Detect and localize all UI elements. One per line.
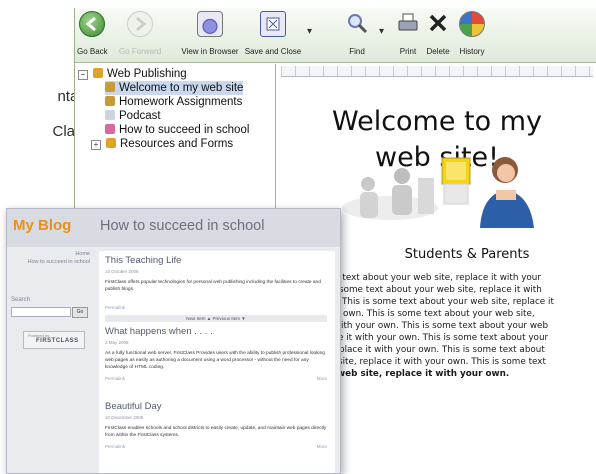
expand-toggle[interactable]: + [91, 140, 101, 150]
more-link[interactable]: More [317, 376, 327, 381]
tree-item-label: How to succeed in school [119, 124, 250, 136]
blog-main: This Teaching Life 10 October 2008 First… [99, 251, 335, 473]
blog-post: Beautiful Day 10 December 2008 FirstClas… [99, 401, 335, 471]
students-parents-heading: Students & Parents [404, 247, 530, 262]
home-link[interactable]: Home [11, 251, 90, 257]
delete-button[interactable]: Delete [421, 11, 455, 59]
paragraph-line: ith your own. This is some text about yo… [341, 321, 549, 331]
blog-sidebar: Home How to succeed in school [11, 251, 90, 265]
my-blog-window: My Blog How to succeed in school Home Ho… [6, 208, 341, 474]
permalink[interactable]: Permalink [105, 305, 125, 310]
ruler [281, 66, 593, 77]
post-title[interactable]: What happens when . . . . [105, 326, 213, 337]
post-pager[interactable]: Next Item ▲ Previous Item ▼ [105, 315, 327, 322]
post-title[interactable]: This Teaching Life [105, 255, 181, 266]
tree-root-web-publishing[interactable]: − Web Publishing [78, 67, 187, 81]
blog-header: My Blog How to succeed in school [7, 209, 340, 247]
close-icon [426, 11, 450, 35]
paragraph-line: web site, replace it with your own. [337, 369, 510, 379]
collapse-toggle[interactable]: − [78, 70, 88, 80]
tree-item-resources[interactable]: + Resources and Forms [91, 137, 233, 151]
blog-page-title: How to succeed in school [100, 218, 265, 234]
post-date: 2 May 2008 [105, 340, 129, 345]
save-icon [260, 11, 286, 37]
page-icon [105, 82, 115, 92]
delete-label: Delete [426, 47, 450, 56]
magnifier-icon [345, 11, 369, 35]
tree-item-how-to-succeed[interactable]: How to succeed in school [105, 123, 249, 137]
firstclass-name: FIRSTCLASS [36, 338, 79, 344]
paragraph-line: n text about your web site, replace it w… [334, 273, 541, 283]
tree-item-label: Welcome to my web site [119, 82, 244, 94]
blog-post: What happens when . . . . 2 May 2008 As … [99, 326, 335, 396]
printer-icon [396, 11, 420, 35]
breadcrumb[interactable]: How to succeed in school [11, 259, 90, 265]
chevron-down-icon[interactable]: ▾ [307, 26, 312, 37]
go-forward-label: Go Forward [119, 47, 162, 56]
toolbar: Go Back Go Forward View in Browser Save … [75, 8, 596, 63]
print-button[interactable]: Print [395, 11, 421, 59]
search-input[interactable] [11, 307, 71, 317]
welcome-line1: Welcome to my [331, 106, 543, 137]
permalink[interactable]: Permalink [105, 444, 125, 449]
post-body: As a fully functional web server, FirstC… [105, 351, 325, 370]
post-body: FirstClass enables schools and school di… [105, 426, 327, 438]
browser-icon [197, 11, 223, 37]
go-forward-button[interactable]: Go Forward [119, 11, 161, 59]
paragraph-line: e it with your own. This is some text ab… [338, 333, 549, 343]
tree-item-podcast[interactable]: Podcast [105, 109, 161, 123]
go-button[interactable]: Go [72, 307, 88, 318]
find-button[interactable]: Find [345, 11, 369, 59]
tree-item-label: Podcast [119, 110, 161, 122]
back-arrow-icon [79, 11, 105, 37]
tree-item-homework[interactable]: Homework Assignments [105, 95, 242, 109]
save-and-close-label: Save and Close [244, 47, 302, 56]
view-in-browser-button[interactable]: View in Browser [177, 11, 243, 59]
save-and-close-button[interactable]: Save and Close [243, 11, 303, 59]
tree-item-label: Homework Assignments [119, 96, 243, 108]
chevron-down-icon[interactable]: ▾ [379, 26, 384, 37]
tree-root-label: Web Publishing [107, 68, 187, 80]
paragraph-line: some text about your web site, replace i… [339, 285, 542, 295]
history-icon [459, 11, 485, 37]
students-photo [342, 157, 534, 228]
post-date: 10 December 2008 [105, 415, 144, 420]
search-label: Search [11, 297, 31, 303]
paragraph-line: place it with your own. This is some tex… [339, 345, 545, 355]
post-title[interactable]: Beautiful Day [105, 401, 162, 412]
page-icon [105, 96, 115, 106]
print-label: Print [399, 47, 417, 56]
firstclass-logo[interactable]: Powered by FIRSTCLASS [23, 331, 85, 349]
find-label: Find [349, 47, 365, 56]
tree-item-label: Resources and Forms [120, 138, 234, 150]
paragraph-line: own. This is some text about your web si… [343, 309, 535, 319]
history-button[interactable]: History [455, 11, 489, 59]
placeholder-paragraph: n text about your web site, replace it w… [334, 272, 592, 380]
history-label: History [459, 47, 485, 56]
podcast-icon [105, 110, 115, 120]
blog-title[interactable]: My Blog [13, 217, 71, 234]
go-back-label: Go Back [77, 47, 108, 56]
more-link[interactable]: More [317, 444, 327, 449]
post-date: 10 October 2008 [105, 269, 139, 274]
permalink[interactable]: Permalink [105, 376, 125, 381]
folder-icon [93, 68, 103, 78]
go-back-button[interactable]: Go Back [77, 11, 108, 59]
paragraph-line: site, replace it with your own. This is … [338, 357, 546, 367]
post-body: FirstClass offers popular technologies f… [105, 280, 321, 292]
tree-item-welcome[interactable]: Welcome to my web site [105, 81, 244, 95]
forward-arrow-icon [127, 11, 153, 37]
blog-icon [105, 124, 115, 134]
folder-icon [106, 138, 116, 148]
blog-post: This Teaching Life 10 October 2008 First… [99, 255, 335, 333]
view-in-browser-label: View in Browser [181, 47, 239, 56]
paragraph-line: This is some text about your web site, r… [342, 297, 554, 307]
